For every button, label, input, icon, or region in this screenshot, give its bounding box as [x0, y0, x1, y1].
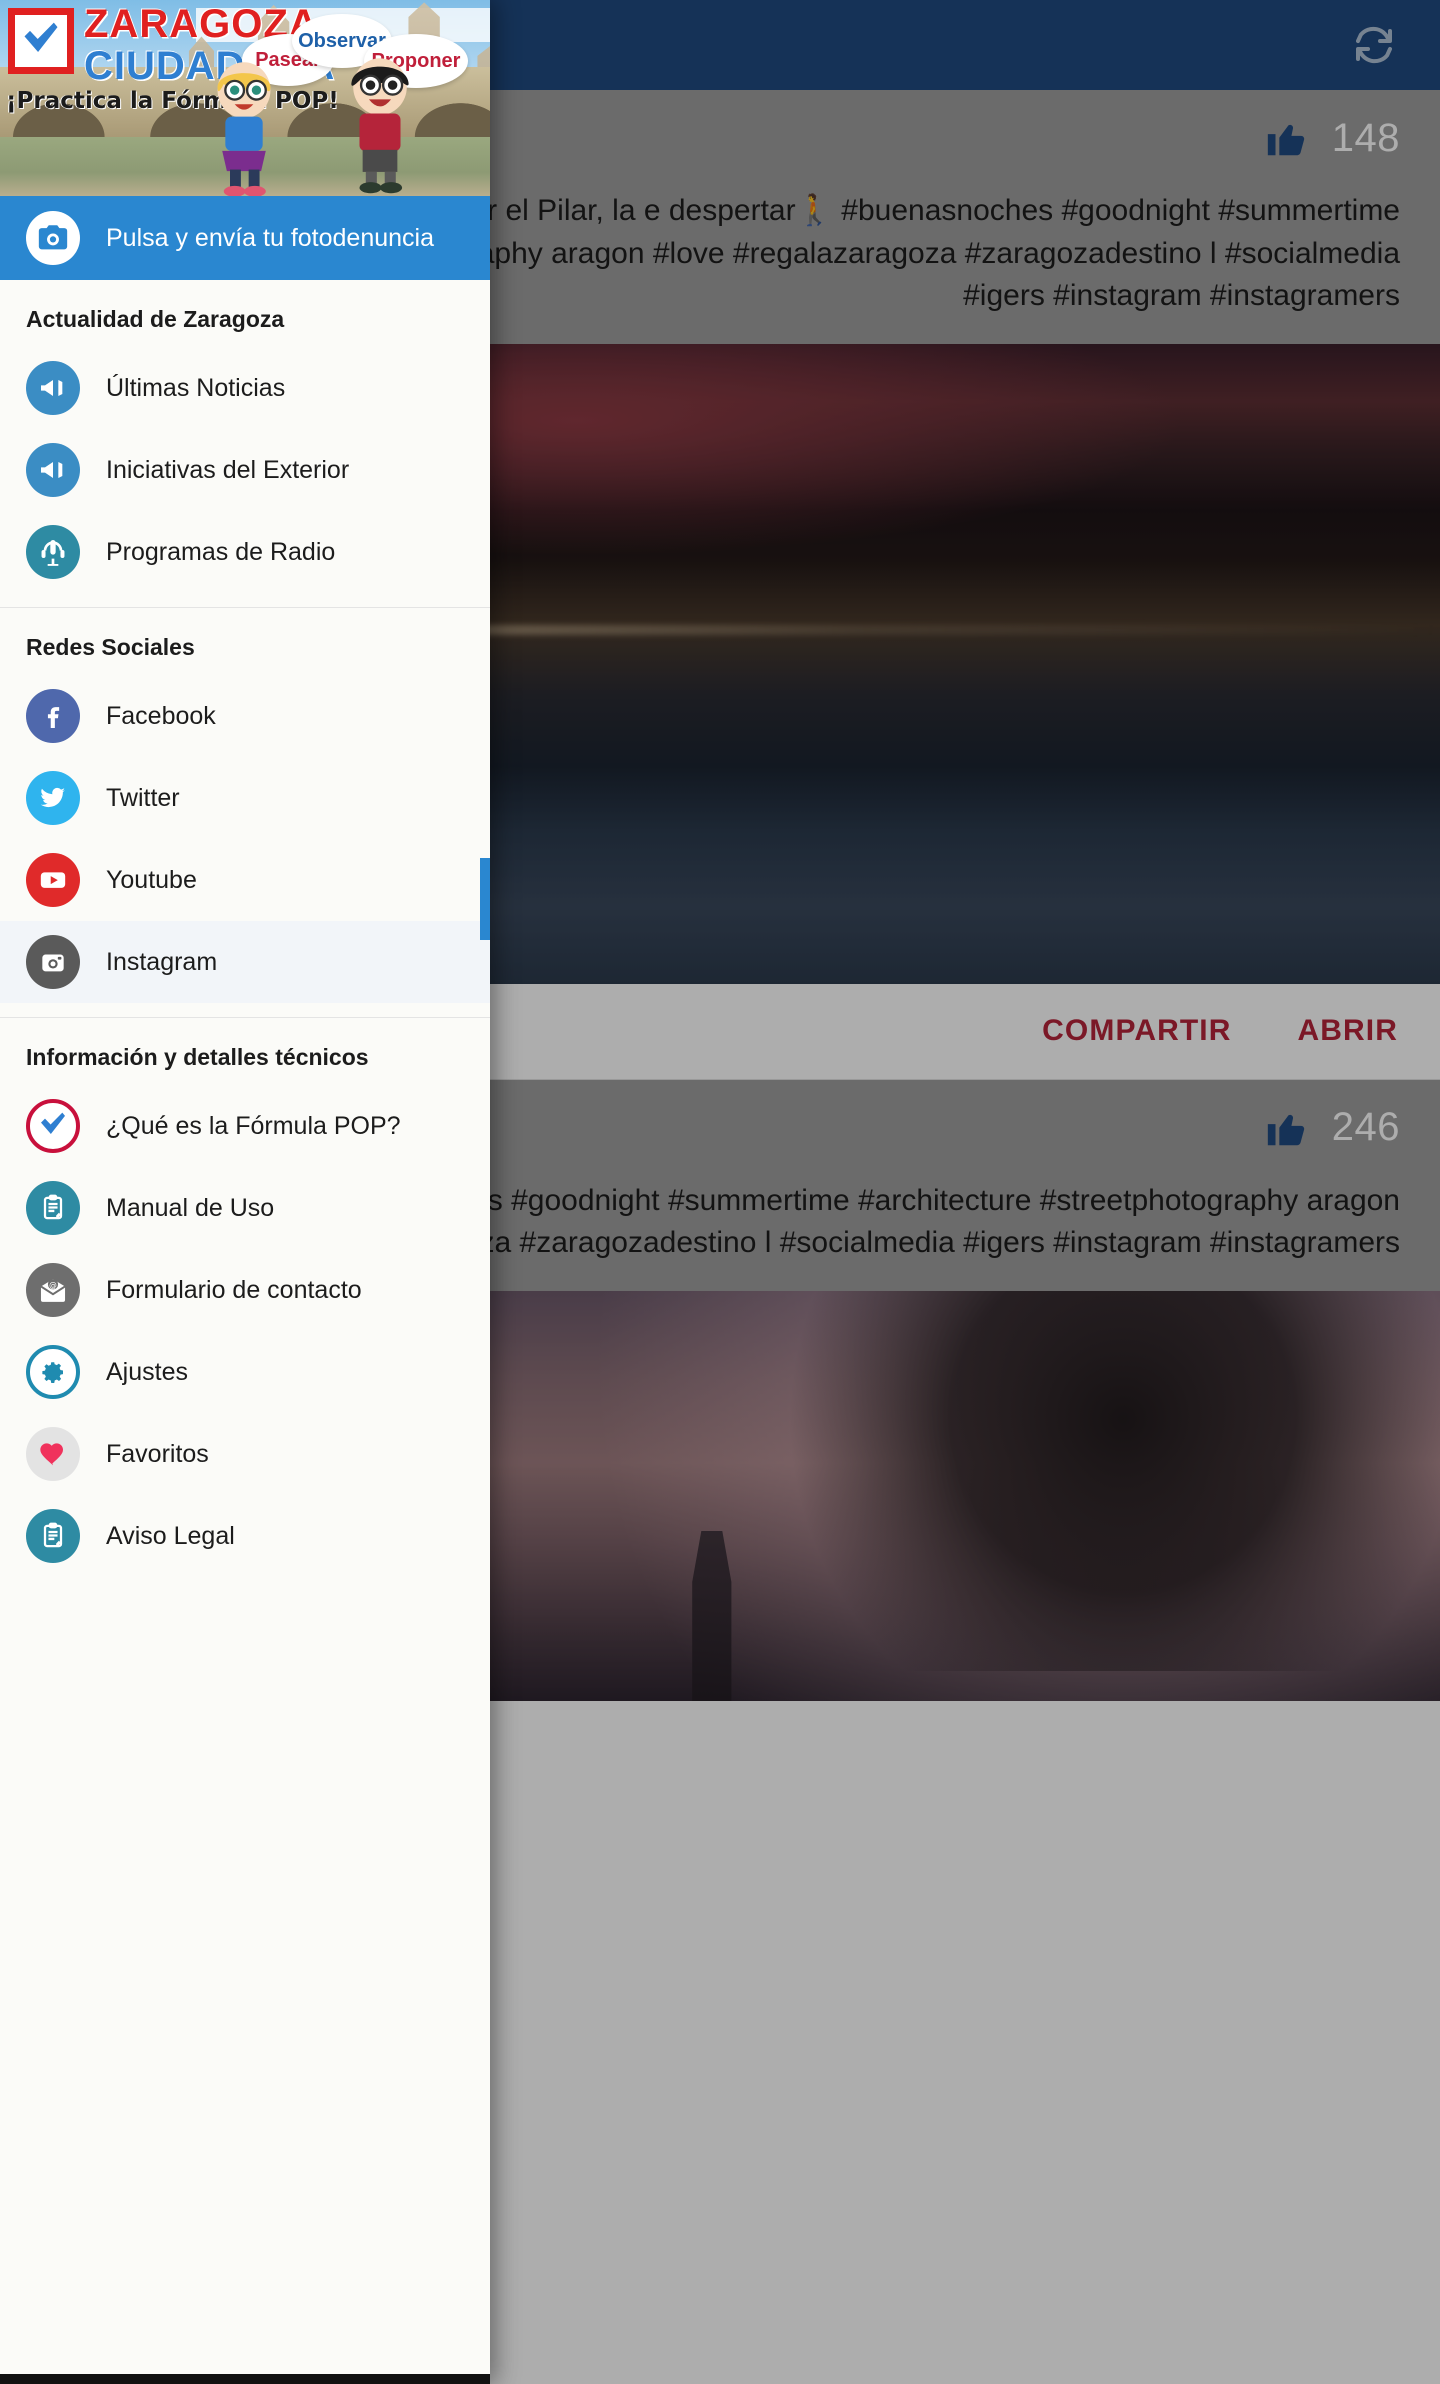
- menu-item-label: Iniciativas del Exterior: [106, 455, 350, 484]
- menu-item-label: Aviso Legal: [106, 1521, 235, 1550]
- menu-item-label: Facebook: [106, 701, 216, 730]
- section-title: Información y detalles técnicos: [26, 1044, 369, 1070]
- menu-item-label: Ajustes: [106, 1357, 188, 1386]
- drawer-menu[interactable]: Actualidad de Zaragoza Últimas Noticias …: [0, 280, 490, 2384]
- mascot-girl: [217, 62, 271, 196]
- camera-icon: [26, 211, 80, 265]
- document-edit-icon: [26, 1509, 80, 1563]
- drawer-header-banner: ZARAGOZA CIUDADANA ¡Practica la Fórmula …: [0, 0, 490, 196]
- megaphone-icon: [26, 443, 80, 497]
- menu-item-iniciativas-del-exterior[interactable]: Iniciativas del Exterior: [0, 429, 490, 511]
- menu-section-social: Redes Sociales Facebook Twitter Youtube …: [0, 608, 490, 1018]
- menu-item-ultimas-noticias[interactable]: Últimas Noticias: [0, 347, 490, 429]
- menu-item-label: Youtube: [106, 865, 197, 894]
- menu-item-facebook[interactable]: Facebook: [0, 675, 490, 757]
- menu-item-favoritos[interactable]: Favoritos: [0, 1413, 490, 1495]
- document-edit-icon: [26, 1181, 80, 1235]
- menu-item-programas-de-radio[interactable]: Programas de Radio: [0, 511, 490, 593]
- bottom-edge: [0, 2374, 490, 2384]
- menu-item-label: Programas de Radio: [106, 537, 336, 566]
- megaphone-icon: [26, 361, 80, 415]
- active-item-edge-indicator: [480, 858, 490, 940]
- menu-item-label: Últimas Noticias: [106, 373, 286, 402]
- menu-item-aviso-legal[interactable]: Aviso Legal: [0, 1495, 490, 1577]
- formula-pop-icon: [26, 1099, 80, 1153]
- mascot-boy: [351, 58, 409, 194]
- menu-item-instagram[interactable]: Instagram: [0, 921, 490, 1003]
- menu-item-label: ¿Qué es la Fórmula POP?: [106, 1111, 401, 1140]
- microphone-headset-icon: [26, 525, 80, 579]
- youtube-icon: [26, 853, 80, 907]
- facebook-icon: [26, 689, 80, 743]
- menu-item-ajustes[interactable]: Ajustes: [0, 1331, 490, 1413]
- gear-icon: [26, 1345, 80, 1399]
- menu-item-label: Twitter: [106, 783, 180, 812]
- heart-icon: [26, 1427, 80, 1481]
- menu-item-label: Formulario de contacto: [106, 1275, 362, 1304]
- twitter-icon: [26, 771, 80, 825]
- menu-item-youtube[interactable]: Youtube: [0, 839, 490, 921]
- menu-item-label: Instagram: [106, 947, 218, 976]
- mail-at-icon: @: [26, 1263, 80, 1317]
- section-title: Redes Sociales: [26, 634, 195, 660]
- menu-item-label: Favoritos: [106, 1439, 209, 1468]
- menu-item-manual-de-uso[interactable]: Manual de Uso: [0, 1167, 490, 1249]
- instagram-icon: [26, 935, 80, 989]
- menu-section-news: Actualidad de Zaragoza Últimas Noticias …: [0, 280, 490, 608]
- menu-item-label: Manual de Uso: [106, 1193, 275, 1222]
- app-logo: [8, 8, 74, 74]
- section-title: Actualidad de Zaragoza: [26, 306, 285, 332]
- checkmark-logo-icon: [19, 19, 63, 63]
- menu-section-info: Información y detalles técnicos ¿Qué es …: [0, 1018, 490, 1591]
- svg-text:@: @: [49, 1281, 57, 1290]
- navigation-drawer: ZARAGOZA CIUDADANA ¡Practica la Fórmula …: [0, 0, 490, 2384]
- menu-item-twitter[interactable]: Twitter: [0, 757, 490, 839]
- photo-report-cta[interactable]: Pulsa y envía tu fotodenuncia: [0, 196, 490, 280]
- photo-report-label: Pulsa y envía tu fotodenuncia: [106, 223, 435, 252]
- menu-item-que-es-la-formula-pop[interactable]: ¿Qué es la Fórmula POP?: [0, 1085, 490, 1167]
- menu-item-formulario-de-contacto[interactable]: @ Formulario de contacto: [0, 1249, 490, 1331]
